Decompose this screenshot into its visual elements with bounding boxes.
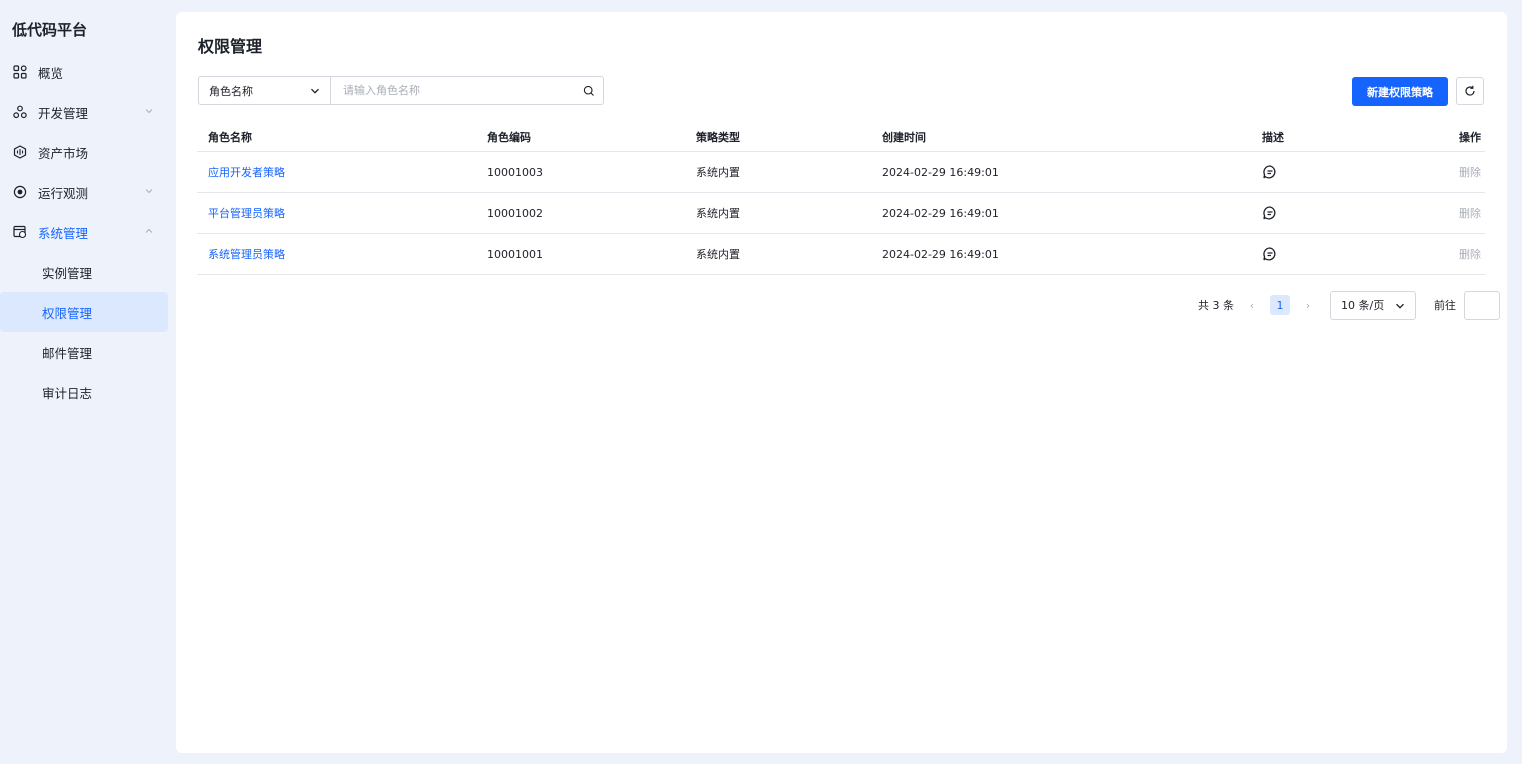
page-size-label: 10 条/页 — [1341, 299, 1385, 312]
description-cell — [1262, 234, 1278, 274]
header-type: 策略类型 — [696, 130, 740, 144]
page-title: 权限管理 — [198, 37, 263, 56]
sidebar-subitem-permission[interactable]: 权限管理 — [0, 292, 168, 332]
sidebar-subitem-mail[interactable]: 邮件管理 — [0, 332, 168, 372]
pagination: 共 3 条 ‹ 1 › 10 条/页 前往 — [1198, 290, 1500, 320]
policy-type: 系统内置 — [696, 248, 740, 261]
search-icon[interactable] — [575, 77, 603, 104]
goto-page-input[interactable] — [1464, 290, 1500, 320]
table-header: 角色名称 角色编码 策略类型 创建时间 描述 操作 — [197, 122, 1485, 152]
delete-link[interactable]: 删除 — [1459, 193, 1481, 233]
policy-table: 角色名称 角色编码 策略类型 创建时间 描述 操作 应用开发者策略 100010… — [197, 122, 1485, 275]
description-cell — [1262, 152, 1278, 192]
header-name: 角色名称 — [208, 130, 252, 144]
policy-type: 系统内置 — [696, 166, 740, 179]
sidebar-item-market[interactable]: 资产市场 — [0, 132, 176, 172]
created-time: 2024-02-29 16:49:01 — [882, 247, 999, 261]
comment-icon[interactable] — [1262, 164, 1278, 180]
search-field-label: 角色名称 — [209, 84, 253, 98]
pagination-total: 共 3 条 — [1198, 299, 1234, 312]
role-code: 10001001 — [487, 247, 543, 261]
header-time: 创建时间 — [882, 130, 926, 144]
sidebar-item-label: 概览 — [38, 65, 64, 81]
sidebar-item-label: 系统管理 — [38, 225, 89, 241]
role-code: 10001002 — [487, 206, 543, 220]
chevron-down-icon — [145, 189, 153, 194]
table-row: 应用开发者策略 10001003 系统内置 2024-02-29 16:49:0… — [197, 152, 1485, 193]
description-cell — [1262, 193, 1278, 233]
sidebar: 低代码平台 概览 开发管理 资产市场 运行观测 系统管理 实例管理 权限管理 邮… — [0, 0, 176, 764]
sidebar-item-label: 运行观测 — [38, 185, 89, 201]
delete-link[interactable]: 删除 — [1459, 152, 1481, 192]
header-code: 角色编码 — [487, 130, 531, 144]
comment-icon[interactable] — [1262, 246, 1278, 262]
chevron-down-icon — [311, 88, 319, 94]
page-number[interactable]: 1 — [1270, 295, 1290, 315]
chevron-down-icon — [1396, 303, 1404, 309]
goto-label: 前往 — [1434, 299, 1456, 312]
sidebar-subitem-instance[interactable]: 实例管理 — [0, 252, 168, 292]
header-op: 操作 — [1459, 130, 1481, 144]
policy-type: 系统内置 — [696, 207, 740, 220]
observe-icon — [12, 184, 28, 200]
system-icon — [12, 224, 28, 240]
dev-icon — [12, 104, 28, 120]
search-field-select[interactable]: 角色名称 — [199, 77, 331, 104]
sidebar-item-system[interactable]: 系统管理 — [0, 212, 176, 252]
role-name-link[interactable]: 应用开发者策略 — [208, 152, 285, 192]
overview-icon — [12, 64, 28, 80]
chevron-up-icon — [145, 228, 153, 233]
delete-link[interactable]: 删除 — [1459, 234, 1481, 274]
main-panel: 权限管理 角色名称 新建权限策略 角色名称 角色编码 策略类型 创建时间 描述 … — [176, 12, 1507, 753]
role-name-link[interactable]: 平台管理员策略 — [208, 193, 285, 233]
market-icon — [12, 144, 28, 160]
sidebar-item-overview[interactable]: 概览 — [0, 52, 176, 92]
sidebar-item-label: 开发管理 — [38, 105, 89, 121]
sidebar-item-dev[interactable]: 开发管理 — [0, 92, 176, 132]
role-code: 10001003 — [487, 165, 543, 179]
sidebar-subitem-audit[interactable]: 审计日志 — [0, 372, 168, 412]
table-row: 平台管理员策略 10001002 系统内置 2024-02-29 16:49:0… — [197, 193, 1485, 234]
header-desc: 描述 — [1262, 130, 1284, 144]
refresh-button[interactable] — [1456, 77, 1484, 105]
table-row: 系统管理员策略 10001001 系统内置 2024-02-29 16:49:0… — [197, 234, 1485, 275]
chevron-down-icon — [145, 109, 153, 114]
sidebar-item-observe[interactable]: 运行观测 — [0, 172, 176, 212]
page-size-select[interactable]: 10 条/页 — [1330, 290, 1416, 320]
next-page-icon[interactable]: › — [1300, 299, 1316, 312]
comment-icon[interactable] — [1262, 205, 1278, 221]
new-policy-button[interactable]: 新建权限策略 — [1352, 77, 1448, 106]
sidebar-item-label: 资产市场 — [38, 145, 89, 161]
created-time: 2024-02-29 16:49:01 — [882, 206, 999, 220]
search-box: 角色名称 — [198, 76, 604, 105]
refresh-icon — [1465, 85, 1475, 96]
role-name-link[interactable]: 系统管理员策略 — [208, 234, 285, 274]
created-time: 2024-02-29 16:49:01 — [882, 165, 999, 179]
app-title: 低代码平台 — [12, 21, 88, 39]
prev-page-icon[interactable]: ‹ — [1244, 299, 1260, 312]
sidebar-menu: 概览 开发管理 资产市场 运行观测 系统管理 实例管理 权限管理 邮件管理 审计… — [0, 52, 176, 412]
search-input[interactable] — [331, 77, 575, 104]
